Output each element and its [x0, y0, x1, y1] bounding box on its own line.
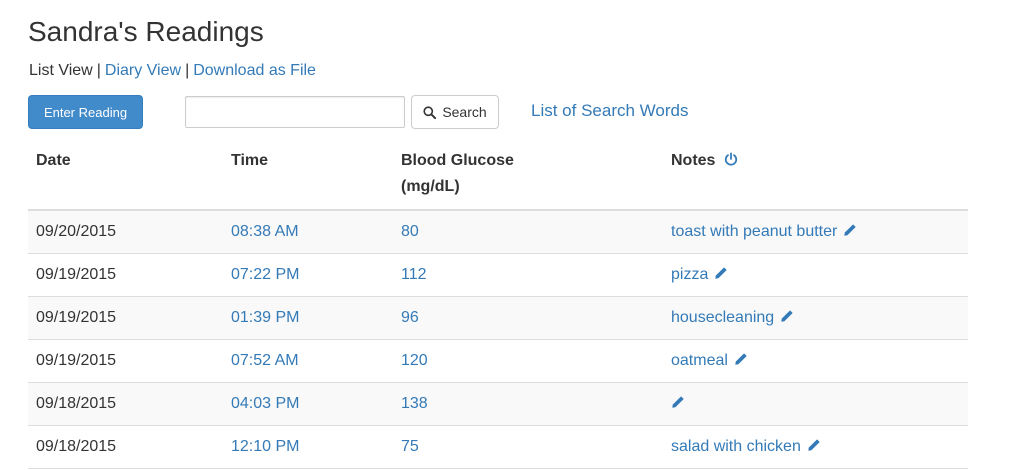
time-header[interactable]: Time: [223, 140, 393, 211]
readings-table: Date Time Blood Glucose (mg/dL) Notes 09…: [28, 140, 968, 469]
search-button-label: Search: [442, 104, 487, 120]
pencil-icon[interactable]: [714, 266, 728, 280]
separator: |: [185, 62, 190, 79]
time-cell[interactable]: 07:52 AM: [223, 339, 393, 383]
diary-view-link[interactable]: Diary View: [105, 62, 181, 79]
time-cell[interactable]: 04:03 PM: [223, 382, 393, 426]
note-cell: oatmeal: [663, 339, 968, 383]
power-icon[interactable]: [724, 152, 738, 166]
download-file-link[interactable]: Download as File: [193, 62, 316, 79]
table-header-row: Date Time Blood Glucose (mg/dL) Notes: [28, 140, 968, 211]
glucose-header-line1: Blood Glucose: [401, 152, 514, 169]
note-text: oatmeal: [671, 352, 728, 369]
toolbar: Enter Reading Search List of Search Word…: [28, 95, 988, 129]
note-cell: pizza: [663, 253, 968, 297]
pencil-icon[interactable]: [734, 352, 748, 366]
time-cell[interactable]: 01:39 PM: [223, 296, 393, 340]
time-cell[interactable]: 08:38 AM: [223, 209, 393, 254]
search-icon: [423, 105, 437, 119]
search-input[interactable]: [185, 96, 405, 128]
view-switcher: List View | Diary View | Download as File: [29, 60, 316, 82]
table-row: 09/18/2015 12:10 PM 75 salad with chicke…: [28, 425, 968, 469]
table-row: 09/19/2015 07:22 PM 112 pizza: [28, 253, 968, 297]
note-text: housecleaning: [671, 309, 775, 326]
glucose-cell[interactable]: 138: [393, 382, 663, 426]
glucose-cell[interactable]: 120: [393, 339, 663, 383]
list-view-label: List View: [29, 62, 93, 79]
date-cell: 09/18/2015: [28, 425, 223, 469]
pencil-icon[interactable]: [843, 223, 857, 237]
time-cell[interactable]: 07:22 PM: [223, 253, 393, 297]
date-cell: 09/18/2015: [28, 382, 223, 426]
notes-header-label: Notes: [671, 152, 716, 169]
page-title: Sandra's Readings: [28, 16, 264, 47]
note-cell: toast with peanut butter: [663, 209, 968, 254]
date-cell: 09/20/2015: [28, 209, 223, 254]
date-cell: 09/19/2015: [28, 296, 223, 340]
time-cell[interactable]: 12:10 PM: [223, 425, 393, 469]
table-row: 09/19/2015 07:52 AM 120 oatmeal: [28, 339, 968, 383]
date-cell: 09/19/2015: [28, 339, 223, 383]
glucose-header-line2: (mg/dL): [401, 178, 460, 195]
pencil-icon[interactable]: [780, 309, 794, 323]
notes-header: Notes: [663, 140, 968, 211]
note-cell: housecleaning: [663, 296, 968, 340]
table-row: 09/18/2015 04:03 PM 138: [28, 382, 968, 426]
glucose-cell[interactable]: 112: [393, 253, 663, 297]
search-button[interactable]: Search: [411, 95, 499, 129]
note-cell: [663, 382, 968, 426]
separator: |: [96, 62, 101, 79]
glucose-cell[interactable]: 75: [393, 425, 663, 469]
note-cell: salad with chicken: [663, 425, 968, 469]
note-text: pizza: [671, 266, 709, 283]
enter-reading-button[interactable]: Enter Reading: [28, 95, 143, 129]
glucose-header[interactable]: Blood Glucose (mg/dL): [393, 140, 663, 211]
date-cell: 09/19/2015: [28, 253, 223, 297]
pencil-icon[interactable]: [671, 395, 685, 409]
pencil-icon[interactable]: [807, 438, 821, 452]
search-words-link[interactable]: List of Search Words: [531, 100, 688, 122]
table-row: 09/20/2015 08:38 AM 80 toast with peanut…: [28, 209, 968, 254]
date-header[interactable]: Date: [28, 140, 223, 211]
note-text: salad with chicken: [671, 438, 801, 455]
glucose-cell[interactable]: 80: [393, 209, 663, 254]
glucose-cell[interactable]: 96: [393, 296, 663, 340]
table-row: 09/19/2015 01:39 PM 96 housecleaning: [28, 296, 968, 340]
note-text: toast with peanut butter: [671, 223, 838, 240]
